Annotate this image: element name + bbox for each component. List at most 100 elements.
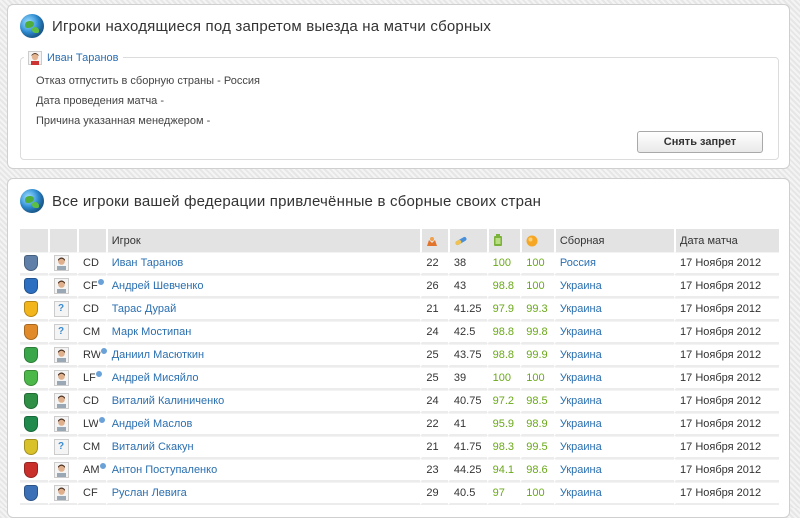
club-emblem-icon[interactable] bbox=[24, 255, 38, 271]
national-team-link[interactable]: Украина bbox=[560, 441, 602, 453]
club-emblem-icon[interactable] bbox=[24, 278, 38, 294]
position-label: CM bbox=[83, 326, 100, 338]
skill-cell: 39 bbox=[447, 367, 487, 390]
skill-cell: 38 bbox=[447, 252, 487, 275]
form-cell: 99.3 bbox=[520, 298, 554, 321]
unknown-photo-icon: ? bbox=[53, 324, 69, 340]
header-skill[interactable] bbox=[447, 229, 487, 252]
club-emblem-icon[interactable] bbox=[24, 301, 38, 317]
unknown-photo-icon: ? bbox=[53, 439, 69, 455]
photo-cell bbox=[47, 367, 78, 390]
national-team-link[interactable]: Украина bbox=[560, 372, 602, 384]
fitness-cell: 97.9 bbox=[486, 298, 521, 321]
info-dot-icon[interactable] bbox=[97, 416, 106, 424]
national-team-cell: Украина bbox=[553, 459, 675, 482]
position-text: CD bbox=[83, 303, 99, 315]
player-name-cell: Андрей Мисяйло bbox=[105, 367, 421, 390]
player-link[interactable]: Даниил Масюткин bbox=[112, 349, 204, 361]
match-date-cell: 17 Ноября 2012 bbox=[674, 275, 779, 298]
table-row: CF Руслан Левига 29 40.5 97 100 Украина 17 Нояб… bbox=[20, 482, 779, 505]
position-label: CF bbox=[83, 278, 105, 292]
position-text: AM bbox=[83, 464, 100, 476]
form-cell: 100 bbox=[520, 275, 554, 298]
national-team-link[interactable]: Украина bbox=[560, 418, 602, 430]
national-team-cell: Украина bbox=[553, 367, 675, 390]
club-emblem-icon[interactable] bbox=[24, 416, 38, 432]
info-dot-icon[interactable] bbox=[98, 462, 107, 470]
header-photo bbox=[47, 229, 78, 252]
player-link[interactable]: Андрей Мисяйло bbox=[112, 372, 199, 384]
header-form[interactable] bbox=[520, 229, 554, 252]
national-team-cell: Украина bbox=[553, 482, 675, 505]
national-team-cell: Украина bbox=[553, 390, 675, 413]
players-panel-title: Все игроки вашей федерации привлечённые … bbox=[52, 193, 542, 210]
ban-panel: Игроки находящиеся под запретом выезда н… bbox=[7, 4, 790, 169]
header-age[interactable] bbox=[420, 229, 448, 252]
form-cell: 98.9 bbox=[520, 413, 554, 436]
header-position bbox=[77, 229, 106, 252]
position-cell: CF bbox=[77, 482, 106, 505]
national-team-cell: Украина bbox=[553, 344, 675, 367]
club-emblem-icon[interactable] bbox=[24, 347, 38, 363]
club-emblem-icon[interactable] bbox=[24, 439, 38, 455]
player-link[interactable]: Андрей Шевченко bbox=[112, 280, 204, 292]
skill-cell: 40.5 bbox=[447, 482, 487, 505]
skill-cell: 43 bbox=[447, 275, 487, 298]
player-link[interactable]: Виталий Скакун bbox=[112, 441, 194, 453]
fitness-cell: 97 bbox=[486, 482, 521, 505]
age-cell: 21 bbox=[420, 436, 448, 459]
national-team-cell: Украина bbox=[553, 275, 675, 298]
photo-cell: ? bbox=[47, 298, 78, 321]
skill-icon bbox=[455, 236, 467, 245]
fitness-cell: 95.9 bbox=[486, 413, 521, 436]
skill-cell: 41 bbox=[447, 413, 487, 436]
player-photo-icon bbox=[53, 416, 69, 432]
table-row: LF Андрей Мисяйло 25 39 100 100 Украина 17 Нояб… bbox=[20, 367, 779, 390]
player-link[interactable]: Тарас Дурай bbox=[112, 303, 177, 315]
club-emblem-icon[interactable] bbox=[24, 324, 38, 340]
club-cell bbox=[20, 436, 48, 459]
header-fitness[interactable] bbox=[486, 229, 521, 252]
player-link[interactable]: Марк Мостипан bbox=[112, 326, 192, 338]
position-label: CD bbox=[83, 395, 99, 407]
club-emblem-icon[interactable] bbox=[24, 485, 38, 501]
player-link[interactable]: Руслан Левига bbox=[112, 487, 187, 499]
club-emblem-icon[interactable] bbox=[24, 393, 38, 409]
form-cell: 99.8 bbox=[520, 321, 554, 344]
club-emblem-icon[interactable] bbox=[24, 462, 38, 478]
club-emblem-icon[interactable] bbox=[24, 370, 38, 386]
national-team-link[interactable]: Украина bbox=[560, 464, 602, 476]
header-national-team[interactable]: Сборная bbox=[553, 229, 675, 252]
age-cell: 29 bbox=[420, 482, 448, 505]
ban-reason-text: Причина указанная менеджером - bbox=[36, 115, 211, 127]
table-row: RW Даниил Масюткин 25 43.75 98.8 99.9 Украина 1… bbox=[20, 344, 779, 367]
player-link[interactable]: Андрей Маслов bbox=[112, 418, 193, 430]
photo-cell bbox=[47, 413, 78, 436]
info-dot-icon[interactable] bbox=[94, 370, 103, 378]
national-team-link[interactable]: Украина bbox=[560, 349, 602, 361]
position-text: CM bbox=[83, 326, 101, 338]
player-photo-icon bbox=[53, 278, 69, 294]
info-dot-icon[interactable] bbox=[96, 278, 105, 286]
match-date-cell: 17 Ноября 2012 bbox=[674, 413, 779, 436]
player-link[interactable]: Антон Поступаленко bbox=[112, 464, 218, 476]
player-name-cell: Марк Мостипан bbox=[105, 321, 421, 344]
national-team-link[interactable]: Украина bbox=[560, 280, 602, 292]
ban-player-link[interactable]: Иван Таранов bbox=[47, 52, 119, 64]
header-match-date[interactable]: Дата матча bbox=[674, 229, 779, 252]
player-link[interactable]: Виталий Калиниченко bbox=[112, 395, 225, 407]
match-date-cell: 17 Ноября 2012 bbox=[674, 459, 779, 482]
player-link[interactable]: Иван Таранов bbox=[112, 257, 184, 269]
national-team-link[interactable]: Россия bbox=[560, 257, 596, 269]
national-team-link[interactable]: Украина bbox=[560, 395, 602, 407]
national-team-link[interactable]: Украина bbox=[560, 303, 602, 315]
header-player[interactable]: Игрок bbox=[105, 229, 421, 252]
globe-icon bbox=[20, 189, 44, 213]
lift-ban-button[interactable]: Снять запрет bbox=[637, 131, 763, 153]
position-label: RW bbox=[83, 347, 109, 361]
form-cell: 100 bbox=[520, 367, 554, 390]
national-team-link[interactable]: Украина bbox=[560, 326, 602, 338]
form-icon bbox=[526, 235, 538, 247]
table-row: ? CM Виталий Скакун 21 41.75 98.3 99.5 Украина 1… bbox=[20, 436, 779, 459]
national-team-link[interactable]: Украина bbox=[560, 487, 602, 499]
